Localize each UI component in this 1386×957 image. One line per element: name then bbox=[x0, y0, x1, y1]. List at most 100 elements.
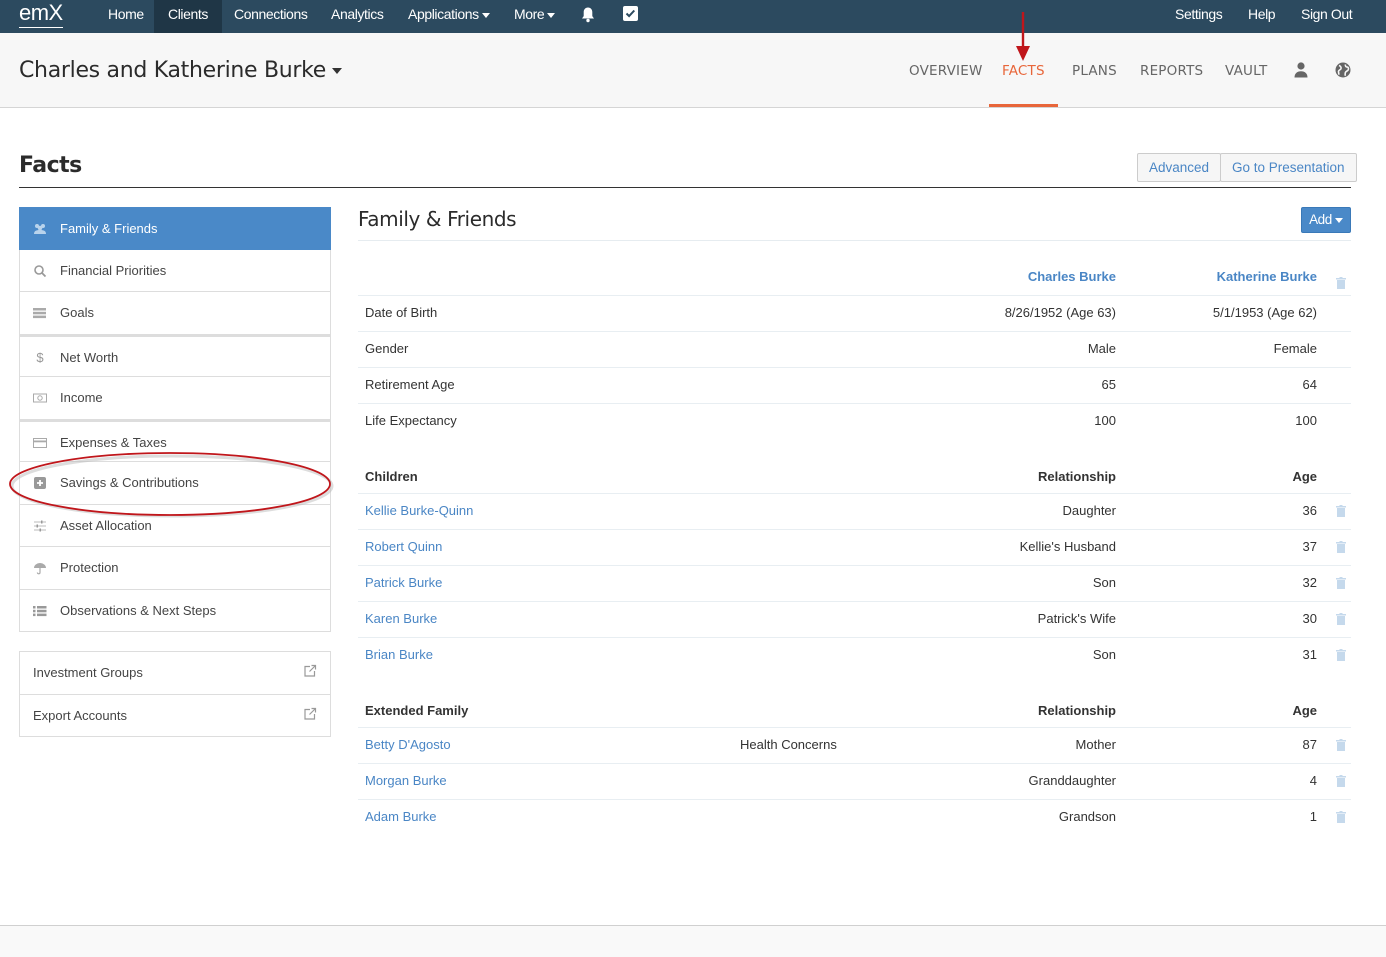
logo-text: emX bbox=[19, 0, 63, 25]
sidebar-item-savings-contributions[interactable]: Savings & Contributions bbox=[19, 462, 331, 505]
page-title: Facts bbox=[19, 153, 82, 178]
active-tab-indicator bbox=[989, 104, 1058, 107]
external-link-icon bbox=[304, 664, 317, 677]
row-value: 5/1/1953 (Age 62) bbox=[1212, 305, 1317, 320]
logo-underline bbox=[19, 27, 63, 28]
trash-icon[interactable] bbox=[1336, 739, 1346, 751]
children-heading: Children bbox=[365, 469, 418, 484]
age-value: 37 bbox=[1302, 539, 1317, 554]
nav-applications[interactable]: Applications bbox=[394, 0, 504, 33]
sidebar-item-label: Observations & Next Steps bbox=[60, 602, 217, 618]
search-icon bbox=[34, 264, 47, 277]
sidebar-item-protection[interactable]: Protection bbox=[19, 547, 331, 590]
person-name-link[interactable]: Betty D'Agosto bbox=[365, 737, 451, 752]
users-icon bbox=[34, 224, 46, 234]
globe-icon[interactable] bbox=[1335, 62, 1351, 78]
sidebar-item-label: Asset Allocation bbox=[60, 517, 152, 533]
table-row: Morgan Burke Granddaughter 4 bbox=[358, 763, 1351, 799]
sidebar-item-label: Expenses & Taxes bbox=[60, 434, 167, 450]
sidebar-item-observations[interactable]: Observations & Next Steps bbox=[19, 589, 331, 632]
sidebar-item-label: Income bbox=[60, 390, 103, 405]
sidebar-item-financial-priorities[interactable]: Financial Priorities bbox=[19, 249, 331, 292]
nav-home-label: Home bbox=[108, 6, 144, 22]
relationship-value: Son bbox=[1092, 647, 1116, 662]
go-to-presentation-button[interactable]: Go to Presentation bbox=[1220, 153, 1357, 182]
row-label: Date of Birth bbox=[365, 305, 438, 320]
row-value: 100 bbox=[1094, 413, 1116, 428]
tab-vault[interactable]: VAULT bbox=[1225, 63, 1267, 79]
nav-analytics-label: Analytics bbox=[331, 6, 384, 22]
tab-overview[interactable]: OVERVIEW bbox=[909, 63, 983, 79]
client-selector[interactable]: Charles and Katherine Burke bbox=[19, 58, 343, 83]
person-name-link[interactable]: Adam Burke bbox=[365, 809, 437, 824]
row-value: 64 bbox=[1302, 377, 1317, 392]
sidebar-item-income[interactable]: Income bbox=[19, 377, 331, 420]
sidebar-link-export-accounts[interactable]: Export Accounts bbox=[20, 694, 330, 736]
nav-help[interactable]: Help bbox=[1234, 0, 1289, 33]
sidebar-item-family-friends[interactable]: Family & Friends bbox=[19, 207, 331, 250]
sidebar-link-label: Investment Groups bbox=[33, 665, 143, 680]
nav-home[interactable]: Home bbox=[94, 0, 158, 33]
person-name-link[interactable]: Karen Burke bbox=[365, 611, 437, 626]
sidebar-item-net-worth[interactable]: $ Net Worth bbox=[19, 334, 331, 377]
bell-icon[interactable] bbox=[580, 6, 596, 23]
tab-reports[interactable]: REPORTS bbox=[1140, 63, 1203, 79]
trash-icon[interactable] bbox=[1336, 577, 1346, 589]
table-row: Gender Male Female bbox=[358, 331, 1351, 367]
advanced-button[interactable]: Advanced bbox=[1137, 153, 1222, 182]
row-label: Retirement Age bbox=[365, 377, 455, 392]
sidebar-link-investment-groups[interactable]: Investment Groups bbox=[20, 652, 330, 694]
table-row: Retirement Age 65 64 bbox=[358, 367, 1351, 403]
client-column-charles[interactable]: Charles Burke bbox=[1028, 269, 1116, 284]
table-row: Karen Burke Patrick's Wife 30 bbox=[358, 601, 1351, 637]
sidebar-item-label: Family & Friends bbox=[60, 221, 158, 236]
table-row: Adam Burke Grandson 1 bbox=[358, 799, 1351, 835]
top-navbar: emX Home Clients Connections Analytics A… bbox=[0, 0, 1386, 33]
person-name-link[interactable]: Kellie Burke-Quinn bbox=[365, 503, 473, 518]
nav-connections[interactable]: Connections bbox=[220, 0, 321, 33]
person-name-link[interactable]: Morgan Burke bbox=[365, 773, 447, 788]
trash-icon[interactable] bbox=[1336, 541, 1346, 553]
sidebar-item-label: Financial Priorities bbox=[60, 262, 167, 278]
trash-icon[interactable] bbox=[1336, 775, 1346, 787]
person-name-link[interactable]: Robert Quinn bbox=[365, 539, 442, 554]
row-value: 65 bbox=[1101, 377, 1116, 392]
age-value: 30 bbox=[1302, 611, 1317, 626]
nav-sign-out[interactable]: Sign Out bbox=[1287, 0, 1366, 33]
sidebar-item-goals[interactable]: Goals bbox=[19, 292, 331, 335]
table-row: Life Expectancy 100 100 bbox=[358, 403, 1351, 439]
nav-settings[interactable]: Settings bbox=[1161, 0, 1236, 33]
person-name-link[interactable]: Patrick Burke bbox=[365, 575, 442, 590]
trash-icon[interactable] bbox=[1336, 277, 1346, 289]
emx-logo[interactable]: emX bbox=[19, 2, 69, 28]
trash-icon[interactable] bbox=[1336, 649, 1346, 661]
age-value: 1 bbox=[1309, 809, 1317, 824]
children-header-row: Children Relationship Age bbox=[358, 460, 1351, 496]
row-value: Male bbox=[1087, 341, 1116, 356]
nav-clients[interactable]: Clients bbox=[154, 0, 222, 33]
table-row: Robert Quinn Kellie's Husband 37 bbox=[358, 529, 1351, 565]
tab-plans[interactable]: PLANS bbox=[1072, 63, 1117, 79]
trash-icon[interactable] bbox=[1336, 811, 1346, 823]
row-label: Life Expectancy bbox=[365, 413, 457, 428]
checkbox-icon[interactable] bbox=[623, 6, 638, 21]
trash-icon[interactable] bbox=[1336, 505, 1346, 517]
sidebar-item-expenses-taxes[interactable]: Expenses & Taxes bbox=[19, 419, 331, 462]
table-row: Betty D'Agosto Health Concerns Mother 87 bbox=[358, 727, 1351, 763]
sidebar-item-asset-allocation[interactable]: Asset Allocation bbox=[19, 504, 331, 547]
person-name-link[interactable]: Brian Burke bbox=[365, 647, 433, 662]
trash-icon[interactable] bbox=[1336, 613, 1346, 625]
add-button-label: Add bbox=[1309, 212, 1332, 227]
user-icon[interactable] bbox=[1294, 62, 1308, 78]
client-column-katherine[interactable]: Katherine Burke bbox=[1217, 269, 1317, 284]
nav-analytics[interactable]: Analytics bbox=[317, 0, 397, 33]
add-button[interactable]: Add bbox=[1301, 207, 1351, 233]
tab-facts[interactable]: FACTS bbox=[1002, 63, 1045, 79]
client-header: Charles and Katherine Burke OVERVIEW FAC… bbox=[0, 33, 1386, 108]
row-value: 8/26/1952 (Age 63) bbox=[1004, 305, 1116, 320]
nav-more[interactable]: More bbox=[500, 0, 569, 33]
relationship-heading: Relationship bbox=[1037, 703, 1116, 718]
sidebar-item-label: Goals bbox=[60, 305, 94, 320]
dollar-icon: $ bbox=[36, 349, 44, 365]
section-divider bbox=[358, 240, 1351, 241]
